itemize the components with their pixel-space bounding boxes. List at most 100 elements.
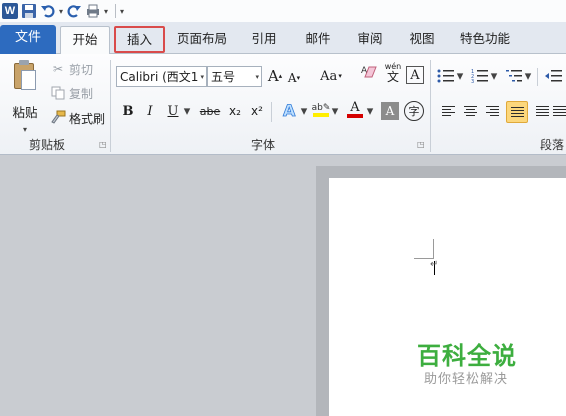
tab-home[interactable]: 开始 [60,26,110,55]
font-name-select[interactable]: Calibri (西文1 ▾ [116,66,207,87]
bullets-icon [437,69,454,83]
paragraph-mark: ↵ [430,259,439,270]
format-painter-button[interactable]: 格式刷 [50,108,105,128]
paste-button[interactable]: 粘贴 ▾ [6,58,44,134]
shrink-font-button[interactable]: A ▾ [286,68,302,88]
distributed-button[interactable] [532,101,552,121]
char-border-button[interactable]: A [406,66,424,84]
document-canvas[interactable]: ↵ 百科全说 助你轻松解决 [0,156,566,416]
highlight-button[interactable]: ab✎ [311,100,331,120]
font-size-value: 五号 [211,70,236,84]
align-center-button[interactable] [460,101,480,121]
justify-button[interactable] [506,101,528,123]
bullets-button[interactable] [436,66,456,86]
char-shading-button[interactable]: A [381,102,399,120]
subscript-button[interactable]: x₂ [226,101,244,121]
numbering-button[interactable]: 123 [470,66,490,86]
inline-divider [271,102,272,122]
undo-icon[interactable] [40,2,56,20]
numbering-dropdown-icon[interactable]: ▾ [490,66,498,86]
font-color-label: A [350,100,360,115]
underline-button[interactable]: U [164,101,182,121]
decrease-indent-icon [545,70,562,82]
tab-insert[interactable]: 插入 [114,26,165,53]
enclose-char-button[interactable]: 字 [404,101,424,121]
qat-divider [115,4,117,18]
change-case-button[interactable]: Aa ▾ [316,66,346,86]
phonetic-guide-button[interactable]: wén 文 [382,62,404,83]
clear-format-button[interactable]: A [357,64,383,84]
copy-icon [50,85,66,101]
ribbon-home: 粘贴 ▾ ✂ 剪切 复制 格式刷 剪贴板 ◳ Calibri (西文1 ▾ 五号… [0,54,566,155]
strikethrough-button[interactable]: abe [198,101,222,121]
word-logo-icon[interactable]: W [2,2,18,20]
font-color-swatch [347,114,363,118]
multilevel-list-icon [506,70,522,82]
paragraph-group-label: 段落 [540,138,565,152]
cut-button[interactable]: ✂ 剪切 [50,59,93,79]
quick-access-toolbar: W ▾ ▾ ▾ [0,0,566,22]
tab-review[interactable]: 审阅 [350,26,390,54]
text-effects-icon: A [283,101,297,119]
clipboard-launcher-icon[interactable]: ◳ [99,140,107,149]
font-name-dropdown-icon: ▾ [200,72,204,81]
tab-special-features[interactable]: 特色功能 [452,26,518,54]
print-dropdown-icon[interactable]: ▾ [104,2,108,20]
grow-font-button[interactable]: A ▴ [266,66,284,86]
line-spacing-button[interactable] [553,101,566,121]
highlight-icon: ab✎ [311,103,331,113]
ribbon-tab-bar: 文件 开始 插入 页面布局 引用 邮件 审阅 视图 特色功能 [0,22,566,55]
tab-references[interactable]: 引用 [246,26,282,54]
font-size-dropdown-icon: ▾ [255,72,259,81]
italic-button[interactable]: I [140,101,160,121]
inline-divider [537,68,538,86]
scissors-icon: ✂ [52,62,64,76]
font-size-select[interactable]: 五号 ▾ [207,66,262,87]
document-page[interactable]: ↵ 百科全说 助你轻松解决 [329,178,566,416]
line-spacing-icon [553,105,566,117]
align-right-icon [485,105,499,117]
tab-page-layout[interactable]: 页面布局 [172,26,232,54]
paste-dropdown-icon[interactable]: ▾ [6,125,44,134]
bullets-dropdown-icon[interactable]: ▾ [456,66,464,86]
save-icon[interactable] [21,2,37,20]
clear-format-icon: A [360,63,380,86]
align-left-button[interactable] [438,101,458,121]
font-color-dropdown-icon[interactable]: ▾ [366,101,374,121]
justify-icon [510,106,524,118]
highlight-dropdown-icon[interactable]: ▾ [331,101,339,121]
paste-label: 粘贴 [12,105,38,120]
font-group-label: 字体 [251,138,276,152]
paste-icon [12,60,38,92]
margin-marker-vertical [433,239,434,259]
app-logo: W [2,3,18,19]
undo-dropdown-icon[interactable]: ▾ [59,2,63,20]
align-left-icon [441,105,455,117]
tab-view[interactable]: 视图 [402,26,442,54]
clipboard-group-label: 剪贴板 [29,138,66,152]
font-launcher-icon[interactable]: ◳ [417,140,425,149]
multilevel-dropdown-icon[interactable]: ▾ [524,66,532,86]
font-color-button[interactable]: A [345,100,365,120]
svg-text:A: A [283,101,296,119]
superscript-button[interactable]: x² [248,101,266,121]
multilevel-list-button[interactable] [504,66,524,86]
font-name-value: Calibri (西文1 [120,70,199,84]
copy-button[interactable]: 复制 [50,83,93,103]
quick-print-icon[interactable] [85,2,101,20]
distributed-icon [535,105,549,117]
underline-dropdown-icon[interactable]: ▾ [183,101,191,121]
numbering-icon: 123 [471,69,488,84]
align-right-button[interactable] [482,101,502,121]
highlight-color-swatch [313,113,329,117]
tab-mailings[interactable]: 邮件 [298,26,338,54]
copy-label: 复制 [69,86,94,101]
customize-qat-icon[interactable]: ▾ [120,2,124,20]
tab-file[interactable]: 文件 [0,25,56,54]
text-effects-dropdown-icon[interactable]: ▾ [300,101,308,121]
text-effects-button[interactable]: A [280,100,300,120]
redo-icon[interactable] [66,2,82,20]
bold-button[interactable]: B [118,101,138,121]
decrease-indent-button[interactable] [544,66,564,86]
watermark-subtitle: 助你轻松解决 [424,372,509,387]
